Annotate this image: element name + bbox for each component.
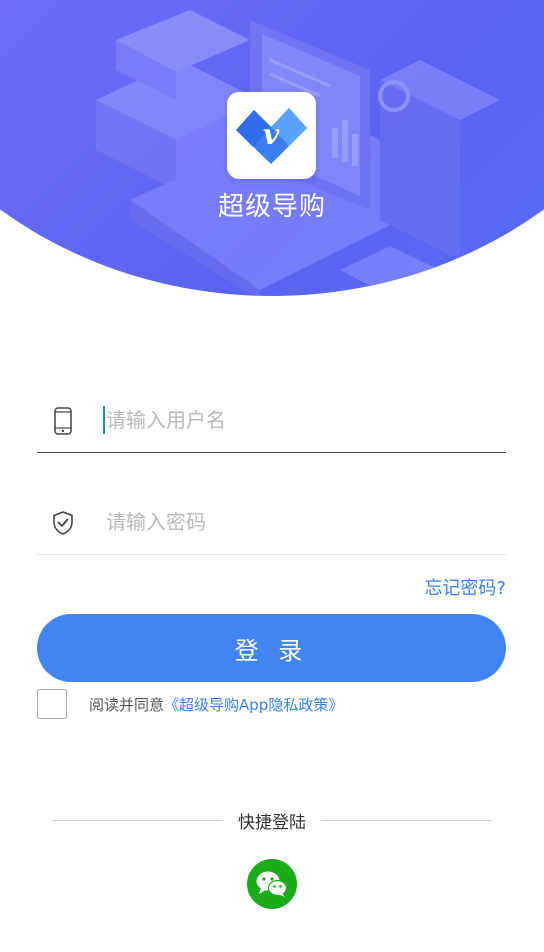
shield-check-icon [51,509,75,537]
agreement-checkbox[interactable] [37,689,67,719]
phone-icon [51,407,75,435]
wechat-icon [256,871,288,897]
password-field-row [37,492,506,555]
password-input[interactable] [103,502,486,542]
quick-login-divider: 快捷登陆 [52,808,492,834]
svg-text:v: v [263,118,280,151]
username-input[interactable] [103,400,486,440]
login-button[interactable]: 登 录 [37,614,506,682]
v-diamond-logo-icon: v [236,108,307,164]
divider-line-left [52,820,223,821]
agreement-row: 阅读并同意《超级导购App隐私政策》 [37,689,507,719]
agreement-text: 阅读并同意《超级导购App隐私政策》 [89,694,343,715]
wechat-login-button[interactable] [247,859,297,909]
quick-login-label: 快捷登陆 [238,813,306,833]
forgot-password-link[interactable]: 忘记密码? [424,574,506,600]
login-page: v 超级导购 忘记密码? 登 录 阅读并同意《超级导购App隐私政策 [0,0,544,952]
username-field-row [37,390,506,453]
agreement-prefix: 阅读并同意 [89,696,165,714]
app-logo: v [227,92,316,179]
privacy-policy-link[interactable]: 《超级导购App隐私政策》 [164,696,343,714]
app-name: 超级导购 [217,192,326,222]
divider-line-right [321,820,492,821]
